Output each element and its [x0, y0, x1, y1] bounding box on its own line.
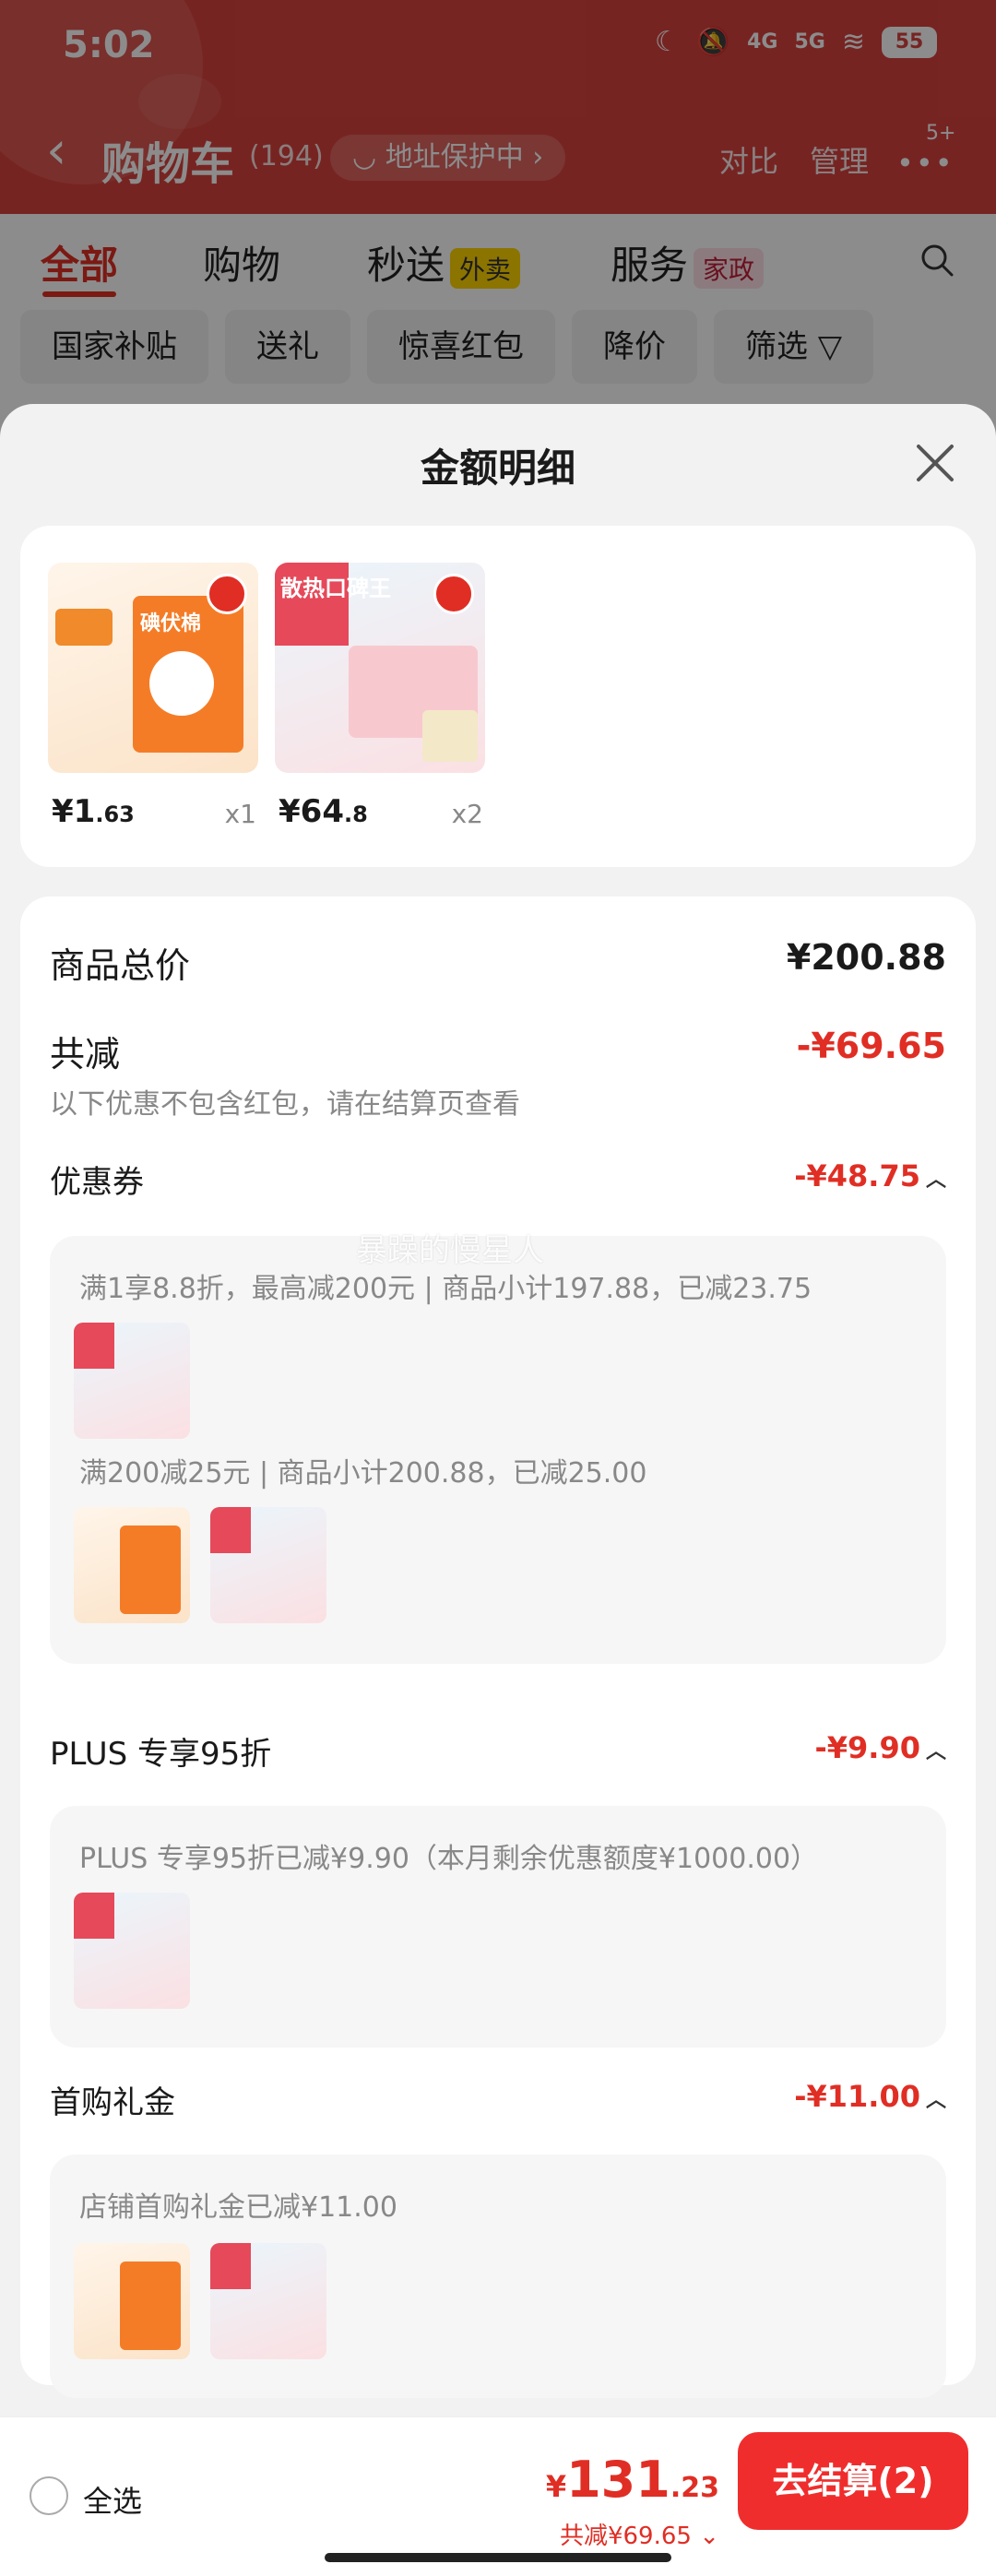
product-qty: x1: [224, 799, 256, 829]
select-all-label[interactable]: 全选: [83, 2478, 142, 2521]
home-indicator: [325, 2553, 671, 2562]
checkout-button[interactable]: 去结算(2): [738, 2432, 968, 2530]
coupon-detail-box: 满1享8.8折，最高减200元 | 商品小计197.88，已减23.75 满20…: [50, 1236, 946, 1664]
plus-rule: PLUS 专享95折已减¥9.90（本月剩余优惠额度¥1000.00）: [79, 1843, 819, 1875]
product-mini-thumbnail: [74, 1323, 190, 1439]
product-item[interactable]: 碘伏棉 ¥1.63 x1: [48, 563, 258, 830]
price-int: 1: [73, 793, 96, 830]
watermark-text: 暴躁的慢星人: [356, 1232, 544, 1269]
thumbnail-caption: 碘伏棉: [140, 612, 202, 635]
coupon-value: -¥48.75: [794, 1158, 920, 1193]
close-icon[interactable]: [913, 441, 957, 485]
amount-detail-card: 商品总价 ¥200.88 共减 -¥69.65 以下优惠不包含红包，请在结算页查…: [20, 896, 976, 2398]
plus-value: -¥9.90: [814, 1730, 920, 1765]
price-symbol: ¥: [52, 793, 74, 830]
sheet-title: 金额明细: [420, 445, 575, 491]
total-value: ¥200.88: [786, 937, 946, 978]
total-dec: .23: [670, 2472, 719, 2504]
price-int: 64: [300, 793, 344, 830]
chevron-up-icon: ︿: [925, 2089, 946, 2112]
selected-check-icon: [433, 574, 474, 614]
chevron-down-icon: ⌄: [699, 2523, 719, 2550]
first-purchase-label: 首购礼金: [50, 2084, 175, 2121]
reduce-summary-toggle[interactable]: 共减¥69.65 ⌄: [560, 2517, 719, 2551]
coupon-rule: 满200减25元 | 商品小计200.88，已减25.00: [79, 1457, 647, 1490]
first-purchase-toggle[interactable]: -¥11.00 ︿: [794, 2079, 946, 2114]
amount-detail-sheet: 金额明细 碘伏棉 ¥1.63 x1 散热口碑王 ¥64.8 x2 商品总价 ¥2…: [0, 404, 996, 2576]
coupon-toggle[interactable]: -¥48.75 ︿: [794, 1158, 946, 1193]
select-all-radio[interactable]: [30, 2476, 68, 2515]
product-qty: x2: [451, 799, 483, 829]
total-int: 131: [566, 2451, 670, 2509]
first-purchase-detail-box: 店铺首购礼金已减¥11.00: [50, 2155, 946, 2398]
product-thumbnail: 散热口碑王: [275, 563, 485, 773]
plus-detail-box: PLUS 专享95折已减¥9.90（本月剩余优惠额度¥1000.00）: [50, 1806, 946, 2048]
product-mini-thumbnail: [74, 2243, 190, 2359]
plus-label: PLUS 专享95折: [50, 1736, 272, 1773]
chevron-up-icon: ︿: [925, 1740, 946, 1763]
discount-note: 以下优惠不包含红包，请在结算页查看: [50, 1088, 520, 1121]
product-thumbnail: 碘伏棉: [48, 563, 258, 773]
product-card: 碘伏棉 ¥1.63 x1 散热口碑王 ¥64.8 x2: [20, 526, 976, 867]
product-mini-thumbnail: [210, 1507, 326, 1623]
product-mini-thumbnail: [210, 2243, 326, 2359]
total-label: 商品总价: [50, 945, 191, 986]
price-dec: .8: [344, 801, 368, 827]
reduce-label: 共减: [50, 1034, 121, 1074]
first-purchase-value: -¥11.00: [794, 2079, 920, 2114]
price-dec: .63: [95, 801, 135, 827]
chevron-up-icon: ︿: [925, 1169, 946, 1192]
product-mini-thumbnail: [74, 1507, 190, 1623]
product-price: ¥64.8: [279, 793, 368, 830]
coupon-rule: 满1享8.8折，最高减200元 | 商品小计197.88，已减23.75: [79, 1273, 812, 1305]
total-currency: ¥: [545, 2469, 567, 2504]
product-mini-thumbnail: [74, 1893, 190, 2009]
total-price: ¥131.23: [546, 2451, 719, 2509]
plus-toggle[interactable]: -¥9.90 ︿: [814, 1730, 946, 1765]
coupon-label: 优惠券: [50, 1164, 144, 1201]
product-item[interactable]: 散热口碑王 ¥64.8 x2: [275, 563, 485, 830]
product-price: ¥1.63: [52, 793, 135, 830]
reduce-summary: 共减¥69.65: [559, 2523, 692, 2550]
reduce-value: -¥69.65: [796, 1026, 946, 1066]
price-symbol: ¥: [279, 793, 301, 830]
first-purchase-rule: 店铺首购礼金已减¥11.00: [79, 2191, 397, 2224]
selected-check-icon: [207, 574, 247, 614]
